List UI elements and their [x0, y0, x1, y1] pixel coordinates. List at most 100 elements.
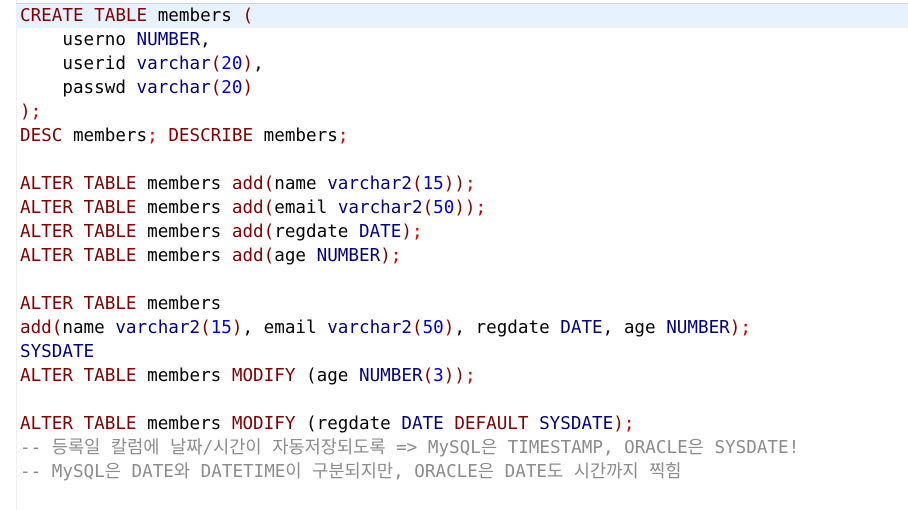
sql-semicolon: ;	[337, 126, 349, 146]
sql-semicolon: ;	[740, 318, 751, 338]
sql-semicolon: ;	[475, 198, 487, 218]
sql-identifier: passwd	[20, 78, 137, 98]
sql-number: 3	[433, 366, 444, 386]
code-line[interactable]: CREATE TABLE members (	[20, 4, 799, 28]
sql-identifier: age	[316, 366, 359, 386]
code-line[interactable]: -- 등록일 칼럼에 날짜/시간이 자동저장되도록 => MySQL은 TIME…	[20, 436, 799, 460]
sql-type: SYSDATE	[20, 342, 95, 362]
code-line[interactable]: ALTER TABLE members MODIFY (regdate DATE…	[20, 412, 799, 436]
code-line[interactable]: -- MySQL은 DATE와 DATETIME이 구분되지만, ORACLE은…	[20, 460, 799, 484]
code-line[interactable]: passwd varchar(20)	[20, 76, 799, 100]
sql-keyword: add	[231, 246, 264, 266]
code-line[interactable]: DESC members; DESCRIBE members;	[20, 124, 799, 148]
sql-semicolon: ;	[623, 414, 635, 434]
sql-identifier: userid	[20, 54, 137, 74]
sql-type: DATE	[560, 318, 603, 338]
sql-punctuation: (	[210, 78, 222, 98]
code-line-blank[interactable]	[20, 388, 799, 412]
sql-punctuation: (	[263, 246, 275, 266]
sql-punctuation: (	[263, 222, 275, 242]
sql-identifier: ,	[200, 30, 211, 50]
sql-identifier	[444, 414, 455, 434]
sql-keyword: add	[231, 222, 264, 242]
code-line[interactable]: add(name varchar2(15), email varchar2(50…	[20, 316, 799, 340]
sql-keyword: DESC	[20, 126, 63, 146]
code-line[interactable]: ALTER TABLE members	[20, 292, 799, 316]
code-line[interactable]: ALTER TABLE members add(regdate DATE);	[20, 220, 799, 244]
code-line[interactable]: SYSDATE	[20, 340, 799, 364]
sql-identifier: members	[136, 198, 232, 218]
sql-punctuation: (	[210, 54, 222, 74]
sql-type: varchar2	[327, 318, 412, 338]
sql-punctuation: (	[51, 318, 63, 338]
sql-editor[interactable]: CREATE TABLE members ( userno NUMBER, us…	[0, 0, 908, 510]
sql-comment: -- MySQL은 DATE와 DATETIME이 구분되지만, ORACLE은…	[20, 462, 682, 482]
sql-number: 15	[422, 174, 444, 194]
sql-keyword: DEFAULT	[454, 414, 529, 434]
sql-identifier: , age	[602, 318, 667, 338]
sql-punctuation: (	[263, 198, 275, 218]
sql-type: NUMBER	[359, 366, 423, 386]
sql-identifier: , regdate	[454, 318, 561, 338]
code-area[interactable]: CREATE TABLE members ( userno NUMBER, us…	[20, 4, 799, 484]
sql-keyword: add	[231, 198, 264, 218]
sql-identifier: (	[295, 366, 317, 386]
sql-punctuation: ))	[454, 198, 476, 218]
sql-identifier: members	[62, 126, 148, 146]
sql-type: DATE	[359, 222, 402, 242]
sql-identifier	[158, 126, 169, 146]
sql-punctuation: )	[729, 318, 741, 338]
sql-semicolon: ;	[411, 222, 423, 242]
sql-punctuation: (	[411, 174, 423, 194]
sql-identifier: members	[136, 222, 232, 242]
sql-punctuation: )	[443, 318, 455, 338]
sql-identifier: members	[136, 246, 232, 266]
sql-keyword: ALTER TABLE	[20, 294, 137, 314]
sql-keyword: MODIFY	[231, 414, 296, 434]
code-line[interactable]: ALTER TABLE members add(name varchar2(15…	[20, 172, 799, 196]
sql-punctuation: (	[200, 318, 211, 338]
sql-number: 50	[433, 198, 455, 218]
sql-punctuation: )	[242, 78, 254, 98]
sql-type: varchar	[136, 78, 211, 98]
code-line[interactable]: ALTER TABLE members add(age NUMBER);	[20, 244, 799, 268]
sql-semicolon: ;	[464, 366, 476, 386]
sql-punctuation: (	[422, 198, 434, 218]
sql-punctuation: ))	[443, 174, 465, 194]
sql-keyword: ALTER TABLE	[20, 222, 137, 242]
sql-punctuation: )	[231, 318, 243, 338]
sql-punctuation: )	[401, 222, 412, 242]
sql-identifier: regdate	[316, 414, 402, 434]
sql-number: 20	[221, 54, 243, 74]
code-line[interactable]: userno NUMBER,	[20, 28, 799, 52]
code-line-blank[interactable]	[20, 268, 799, 292]
code-line[interactable]: ALTER TABLE members add(email varchar2(5…	[20, 196, 799, 220]
sql-comment: -- 등록일 칼럼에 날짜/시간이 자동저장되도록 => MySQL은 TIME…	[20, 438, 800, 458]
sql-identifier: regdate	[274, 222, 359, 242]
sql-keyword: DESCRIBE	[168, 126, 254, 146]
sql-semicolon: ;	[30, 102, 42, 122]
code-line[interactable]: userid varchar(20),	[20, 52, 799, 76]
sql-keyword: ALTER TABLE	[20, 198, 137, 218]
sql-identifier: , email	[242, 318, 328, 338]
sql-identifier: members	[147, 6, 243, 26]
sql-punctuation: (	[263, 174, 275, 194]
sql-keyword: add	[20, 318, 52, 338]
sql-type: DATE	[401, 414, 444, 434]
sql-keyword: add	[231, 174, 264, 194]
sql-identifier: name	[274, 174, 328, 194]
sql-semicolon: ;	[464, 174, 476, 194]
sql-identifier: members	[136, 294, 222, 314]
code-line-blank[interactable]	[20, 148, 799, 172]
sql-identifier: members	[136, 414, 232, 434]
sql-identifier: email	[274, 198, 338, 218]
sql-punctuation: )	[613, 414, 624, 434]
sql-punctuation: ))	[443, 366, 465, 386]
code-line[interactable]: ALTER TABLE members MODIFY (age NUMBER(3…	[20, 364, 799, 388]
sql-type: varchar2	[337, 198, 423, 218]
code-line[interactable]: );	[20, 100, 799, 124]
editor-gutter-divider	[16, 0, 17, 510]
sql-identifier: userno	[20, 30, 137, 50]
sql-keyword: ALTER TABLE	[20, 366, 137, 386]
sql-type: SYSDATE	[539, 414, 614, 434]
